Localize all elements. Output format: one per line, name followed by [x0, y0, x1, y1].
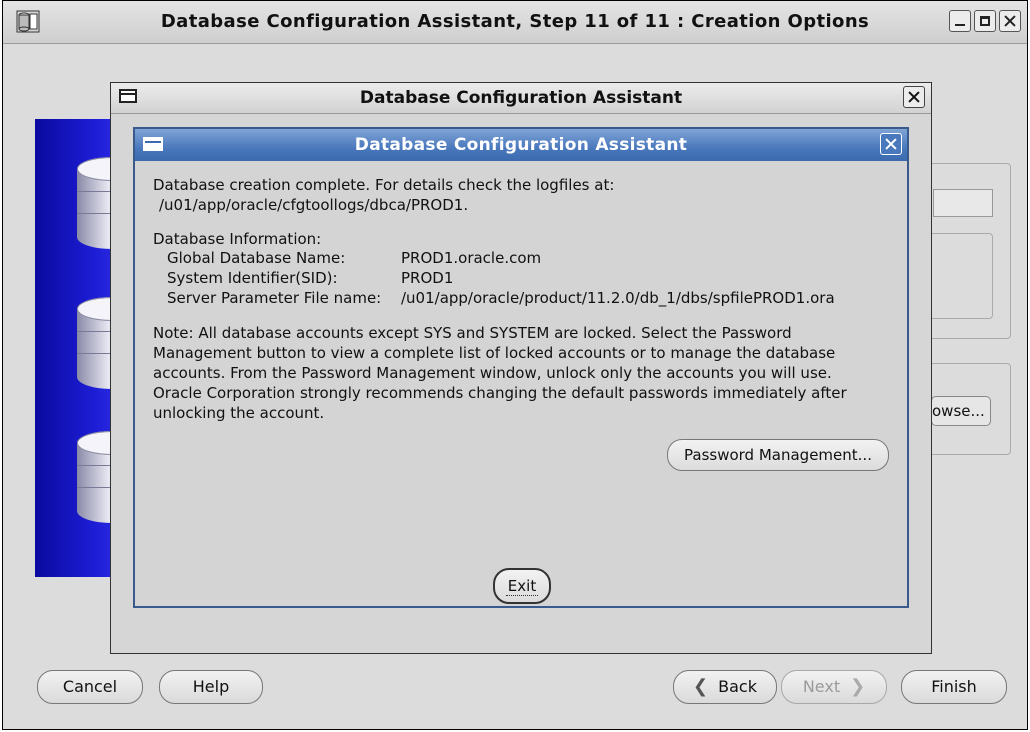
info-value: PROD1.oracle.com: [401, 249, 542, 267]
info-value: PROD1: [401, 269, 454, 287]
note-line: Note: All database accounts except SYS a…: [153, 324, 792, 342]
note-line: unlocking the account.: [153, 404, 325, 422]
note-line: Oracle Corporation strongly recommends c…: [153, 384, 847, 402]
chevron-left-icon: ❮: [693, 676, 709, 697]
background-subgroup: [929, 233, 993, 319]
background-field: [933, 189, 993, 217]
progress-dialog-titlebar: Database Configuration Assistant: [111, 83, 931, 114]
chevron-right-icon: ❯: [850, 676, 866, 697]
next-button[interactable]: Next ❯: [781, 670, 887, 704]
note-line: Management button to view a complete lis…: [153, 344, 836, 362]
logfile-path: /u01/app/oracle/cfgtoollogs/dbca/PROD1.: [159, 196, 469, 214]
completion-message: Database creation complete. For details …: [153, 176, 615, 194]
back-button-label: Back: [718, 677, 757, 696]
progress-dialog-title: Database Configuration Assistant: [359, 88, 683, 108]
exit-button[interactable]: Exit: [493, 568, 551, 604]
maximize-icon[interactable]: [974, 10, 996, 32]
completion-dialog: Database Configuration Assistant Databas…: [133, 127, 909, 608]
note-line: accounts. From the Password Management w…: [153, 364, 832, 382]
browse-button[interactable]: owse...: [931, 396, 991, 426]
info-label: Server Parameter File name:: [167, 289, 382, 307]
next-button-label: Next: [802, 677, 841, 696]
close-icon[interactable]: [999, 10, 1021, 32]
completion-dialog-title: Database Configuration Assistant: [354, 135, 688, 155]
window-title: Database Configuration Assistant, Step 1…: [160, 11, 870, 32]
completion-dialog-titlebar: Database Configuration Assistant: [135, 129, 907, 161]
close-icon[interactable]: [880, 133, 902, 155]
info-value: /u01/app/oracle/product/11.2.0/db_1/dbs/…: [401, 289, 835, 307]
exit-button-label: Exit: [505, 577, 539, 596]
password-management-button[interactable]: Password Management...: [667, 439, 889, 471]
info-label: System Identifier(SID):: [167, 269, 338, 287]
close-icon[interactable]: [903, 86, 925, 108]
main-titlebar: Database Configuration Assistant, Step 1…: [3, 1, 1027, 44]
info-heading: Database Information:: [153, 230, 322, 248]
info-label: Global Database Name:: [167, 249, 346, 267]
back-button[interactable]: ❮ Back: [673, 670, 777, 704]
help-button[interactable]: Help: [159, 670, 263, 704]
cancel-button[interactable]: Cancel: [37, 670, 143, 704]
window-controls: [949, 10, 1021, 32]
finish-button[interactable]: Finish: [901, 670, 1007, 704]
minimize-icon[interactable]: [949, 10, 971, 32]
